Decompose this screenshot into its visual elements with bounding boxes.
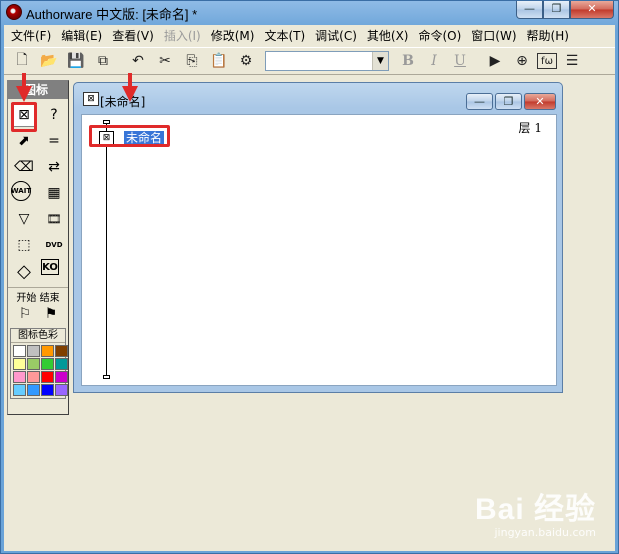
italic-icon[interactable]: I — [423, 53, 445, 69]
flag-row: ⚐ ⚑ — [8, 304, 68, 324]
menu-commands[interactable]: 命令(O) — [413, 25, 466, 47]
menu-bar: 文件(F) 编辑(E) 查看(V) 插入(I) 修改(M) 文本(T) 调试(C… — [4, 25, 615, 47]
color-swatch[interactable] — [41, 345, 54, 357]
close-button[interactable]: ✕ — [570, 1, 614, 19]
variables-icon[interactable]: ☰ — [560, 50, 584, 72]
framework-icon[interactable]: ▦ — [41, 181, 67, 205]
color-swatch[interactable] — [13, 345, 26, 357]
minimize-button[interactable]: — — [516, 1, 543, 19]
calculation-icon[interactable]: = — [41, 129, 67, 153]
menu-modify[interactable]: 修改(M) — [206, 25, 260, 47]
knowledge-object-icon[interactable]: KO — [41, 259, 59, 275]
navigate-icon[interactable]: ⇄ — [41, 155, 67, 179]
color-swatch[interactable] — [27, 371, 40, 383]
color-swatch[interactable] — [41, 371, 54, 383]
authorware-window: Authorware 中文版: [未命名] * — ❐ ✕ 文件(F) 编辑(E… — [0, 0, 619, 554]
undo-icon[interactable]: ↶ — [126, 50, 150, 72]
palette-highlight-box — [11, 102, 37, 132]
design-window-icon[interactable]: ⊠ — [83, 92, 99, 106]
start-flag-icon[interactable]: ⚐ — [19, 306, 32, 322]
maximize-button[interactable]: ❐ — [543, 1, 570, 19]
color-swatch[interactable] — [27, 358, 40, 370]
caption-buttons: — ❐ ✕ — [516, 1, 614, 19]
color-swatch[interactable] — [41, 384, 54, 396]
dvd-icon[interactable]: DVD — [41, 233, 67, 257]
icon-colors-box: 图标色彩 — [10, 328, 68, 399]
copy-icon[interactable]: ⎘ — [180, 50, 204, 72]
flowline-end — [103, 375, 110, 379]
palette-arrow-shaft — [22, 73, 26, 87]
color-swatches — [11, 343, 68, 398]
palette-arrow-head — [16, 86, 32, 102]
open-folder-icon[interactable]: 📂 — [37, 50, 61, 72]
level-indicator: 层 1 — [518, 121, 542, 135]
watermark-url: jingyan.baidu.com — [494, 526, 596, 539]
color-swatch[interactable] — [13, 358, 26, 370]
stop-flag-icon[interactable]: ⚑ — [45, 306, 58, 322]
flowline-canvas[interactable]: 层 1 ⊠ 未命名 — [81, 114, 557, 386]
digital-movie-icon[interactable]: 🎞 — [41, 207, 67, 231]
underline-icon[interactable]: U — [449, 53, 471, 69]
sound-icon[interactable]: ◇ — [11, 259, 37, 283]
chevron-down-icon[interactable]: ▼ — [372, 52, 388, 70]
erase-icon[interactable]: ⌫ — [11, 155, 37, 179]
node-highlight-box — [89, 125, 170, 147]
flowline[interactable] — [106, 123, 107, 379]
cut-icon[interactable]: ✂ — [153, 50, 177, 72]
color-swatch[interactable] — [27, 345, 40, 357]
design-maximize-button[interactable]: ❐ — [495, 93, 522, 110]
color-swatch[interactable] — [55, 371, 68, 383]
color-swatch[interactable] — [27, 384, 40, 396]
interaction-icon[interactable]: ? — [41, 103, 67, 127]
color-swatch[interactable] — [55, 358, 68, 370]
color-swatch[interactable] — [55, 345, 68, 357]
node-arrow-head — [122, 86, 138, 102]
watermark-logo: Bai 经验 — [474, 493, 596, 526]
import-icon[interactable]: ⧉ — [91, 50, 115, 72]
font-combo[interactable]: ▼ — [265, 51, 389, 71]
watermark: Bai 经验 jingyan.baidu.com — [475, 484, 596, 539]
menu-file[interactable]: 文件(F) — [6, 25, 56, 47]
color-swatch[interactable] — [13, 384, 26, 396]
flags-label: 开始 结束 — [8, 287, 68, 304]
window-title: Authorware 中文版: [未命名] * — [26, 7, 198, 22]
run-icon[interactable]: ▶ — [483, 50, 507, 72]
menu-help[interactable]: 帮助(H) — [522, 25, 574, 47]
app-icon[interactable] — [6, 4, 22, 20]
client-area: 文件(F) 编辑(E) 查看(V) 插入(I) 修改(M) 文本(T) 调试(C… — [4, 25, 615, 551]
menu-other[interactable]: 其他(X) — [362, 25, 414, 47]
menu-window[interactable]: 窗口(W) — [466, 25, 521, 47]
menu-view[interactable]: 查看(V) — [107, 25, 159, 47]
motion-icon[interactable]: ⬈ — [11, 129, 37, 153]
save-all-icon[interactable]: 💾 — [64, 50, 88, 72]
color-swatch[interactable] — [55, 384, 68, 396]
new-file-icon[interactable]: 🗋 — [10, 50, 34, 72]
find-icon[interactable]: ⚙ — [234, 50, 258, 72]
bold-icon[interactable]: B — [397, 53, 419, 69]
color-swatch[interactable] — [41, 358, 54, 370]
design-minimize-button[interactable]: — — [466, 93, 493, 110]
menu-edit[interactable]: 编辑(E) — [56, 25, 107, 47]
menu-insert[interactable]: 插入(I) — [159, 25, 206, 47]
design-window-buttons: — ❐ ✕ — [466, 93, 556, 110]
title-bar[interactable]: Authorware 中文版: [未命名] * — ❐ ✕ — [1, 1, 618, 23]
design-close-button[interactable]: ✕ — [524, 93, 556, 110]
control-panel-icon[interactable]: ⊕ — [510, 50, 534, 72]
color-swatch[interactable] — [13, 371, 26, 383]
wait-icon[interactable]: WAIT — [11, 181, 31, 201]
paste-icon[interactable]: 📋 — [207, 50, 231, 72]
toolbar: 🗋 📂 💾 ⧉ ↶ ✂ ⎘ 📋 ⚙ ▼ B I U ▶ ⊕ fω ☰ — [4, 47, 615, 75]
menu-debug[interactable]: 调试(C) — [310, 25, 362, 47]
functions-icon[interactable]: fω — [537, 53, 557, 69]
icon-colors-label: 图标色彩 — [11, 329, 65, 343]
node-arrow-shaft — [128, 73, 132, 87]
decision-icon[interactable]: ▽ — [11, 207, 37, 231]
map-icon[interactable]: ⬚ — [11, 233, 37, 257]
menu-text[interactable]: 文本(T) — [259, 25, 310, 47]
